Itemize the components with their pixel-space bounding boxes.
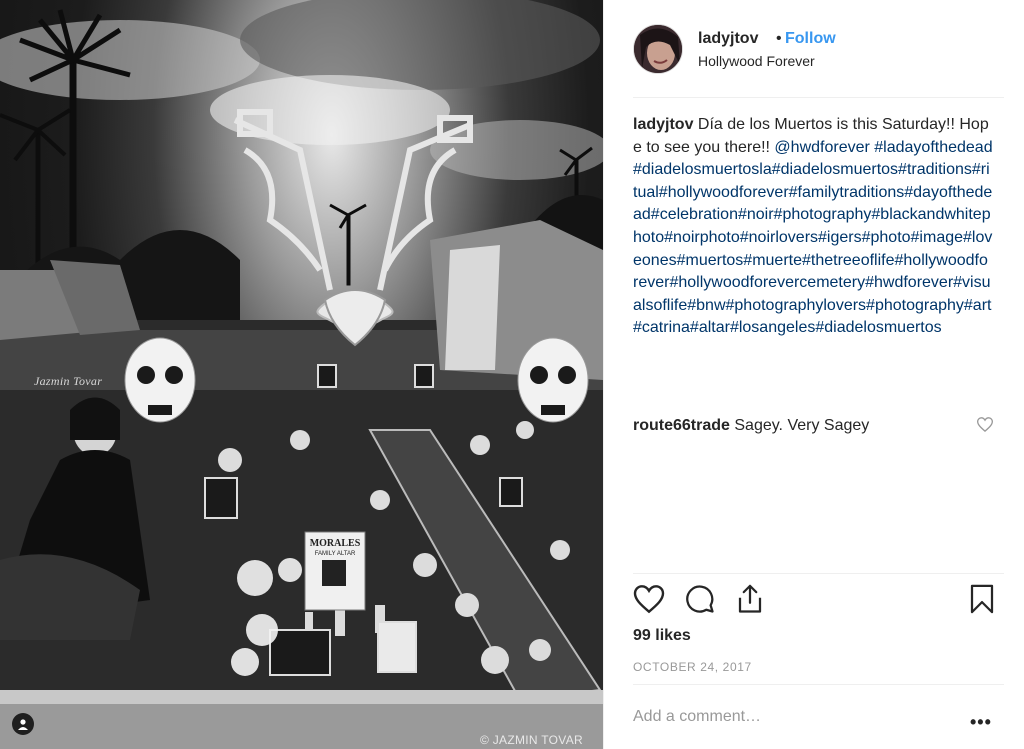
photo-copyright: © JAZMIN TOVAR <box>479 733 583 747</box>
post-details-panel: ladyjtov • Follow Hollywood Forever lady… <box>603 0 1024 749</box>
comment-heart-icon[interactable] <box>977 417 993 432</box>
comment-text: Sagey. Very Sagey <box>729 417 870 434</box>
post-location[interactable]: Hollywood Forever <box>698 53 815 69</box>
post-date: OCTOBER 24, 2017 <box>633 660 752 674</box>
likes-count[interactable]: 99 likes <box>633 627 691 645</box>
altar-sign-text: MORALES FAMILY ALTAR <box>310 538 361 557</box>
post-photo[interactable]: Jazmin Tovar MORALES FAMILY ALTAR © JAZM… <box>0 0 603 749</box>
comment-divider <box>633 684 1004 685</box>
post-header: ladyjtov • Follow Hollywood Forever <box>604 0 1024 98</box>
user-tag-button[interactable] <box>12 713 34 735</box>
add-comment-input[interactable] <box>633 708 933 726</box>
header-divider <box>633 97 1004 98</box>
sugar-skull-right <box>517 337 589 423</box>
caption-hashtags[interactable]: #ladayofthedead#diadelosmuertosla#diadel… <box>633 139 993 337</box>
bookmark-icon[interactable] <box>969 584 995 614</box>
user-tag-icon <box>18 719 28 730</box>
post-caption: ladyjtov Día de los Muertos is this Satu… <box>633 114 993 340</box>
comment-item: route66trade Sagey. Very Sagey <box>633 415 973 437</box>
separator-dot: • <box>776 30 782 47</box>
sign-title: MORALES <box>310 538 361 549</box>
actions-divider <box>633 573 1004 574</box>
follow-button[interactable]: Follow <box>785 30 836 48</box>
share-icon[interactable] <box>735 584 765 614</box>
photo-watermark: Jazmin Tovar <box>34 374 103 388</box>
more-options-button[interactable]: ••• <box>970 712 992 733</box>
comment-username[interactable]: route66trade <box>633 417 730 434</box>
sugar-skull-left <box>124 337 196 423</box>
sign-subtitle: FAMILY ALTAR <box>315 551 356 557</box>
caption-username[interactable]: ladyjtov <box>633 116 693 133</box>
caption-mention[interactable]: @hwdforever <box>774 139 869 156</box>
post-username[interactable]: ladyjtov <box>698 30 758 48</box>
avatar[interactable] <box>633 24 683 74</box>
heart-icon[interactable] <box>633 584 665 614</box>
post-actions <box>633 584 1005 618</box>
comment-icon[interactable] <box>685 584 715 614</box>
avatar-image <box>634 25 682 73</box>
